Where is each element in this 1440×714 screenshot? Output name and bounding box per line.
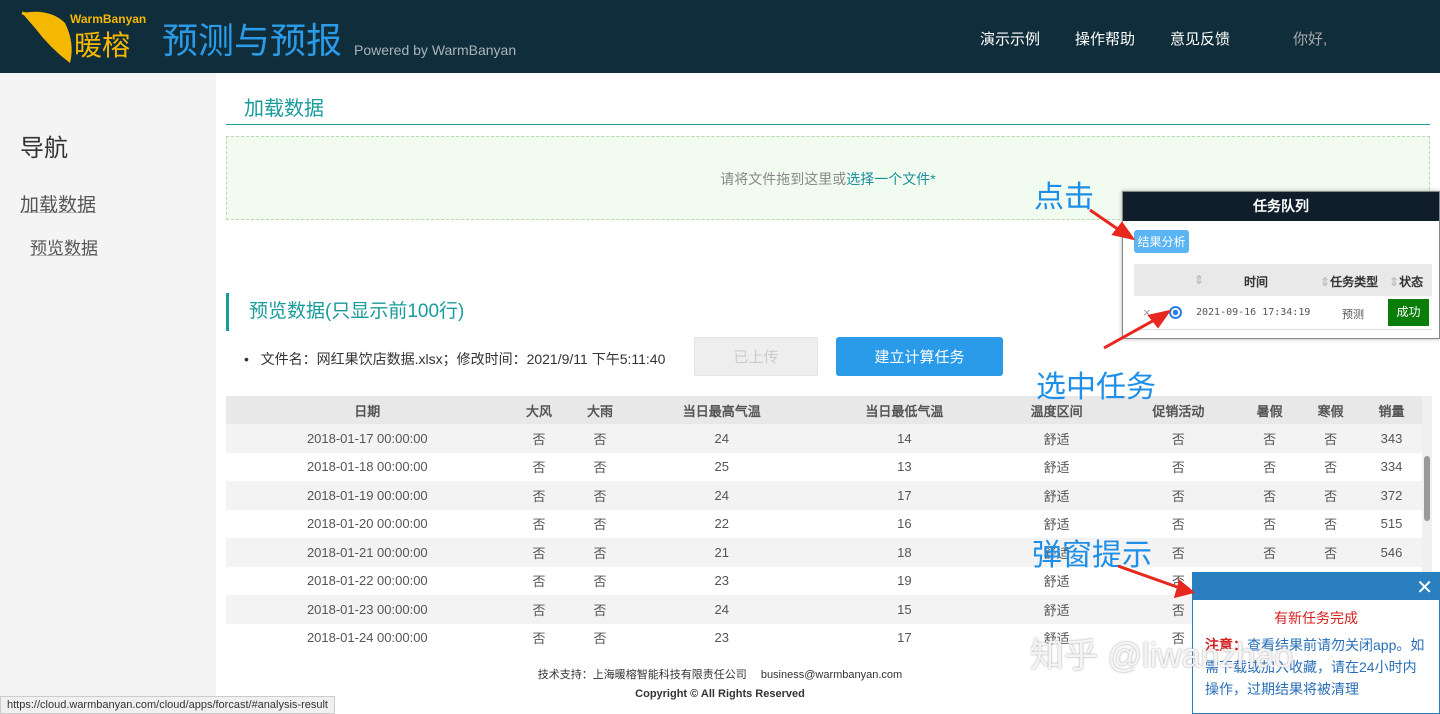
annotation-arrows [1089, 208, 1196, 599]
arrow-to-radio [1103, 316, 1159, 350]
arrow-to-popup [1117, 564, 1181, 590]
watermark: 知乎 @liwanzhao [1030, 637, 1294, 675]
